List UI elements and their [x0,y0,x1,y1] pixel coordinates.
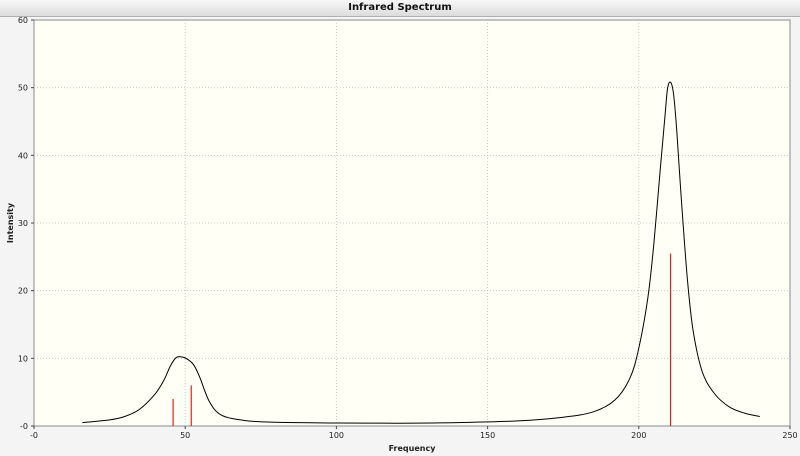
y-tick-label: 10 [18,354,28,363]
x-tick-label: 200 [631,431,646,440]
x-tick-label: 250 [782,431,797,440]
infrared-spectrum-chart: -0 50 100 150 200 250 -0 10 20 30 40 50 60 Frequenc… [6,16,798,453]
y-axis-label: Intensity [6,202,15,243]
y-tick-label: 40 [18,151,28,160]
y-axis-ticks: -0 10 20 30 40 50 60 [18,16,34,431]
y-tick-label: -0 [20,422,28,431]
y-tick-label: 50 [18,84,28,93]
x-axis-label: Frequency [389,444,437,453]
y-tick-label: 20 [18,287,28,296]
y-tick-label: 30 [18,219,28,228]
x-tick-label: 150 [480,431,495,440]
x-tick-label: -0 [30,431,38,440]
x-tick-label: 100 [329,431,344,440]
x-tick-label: 50 [180,431,190,440]
y-tick-label: 60 [18,16,28,25]
x-axis-ticks: -0 50 100 150 200 250 [30,426,798,440]
